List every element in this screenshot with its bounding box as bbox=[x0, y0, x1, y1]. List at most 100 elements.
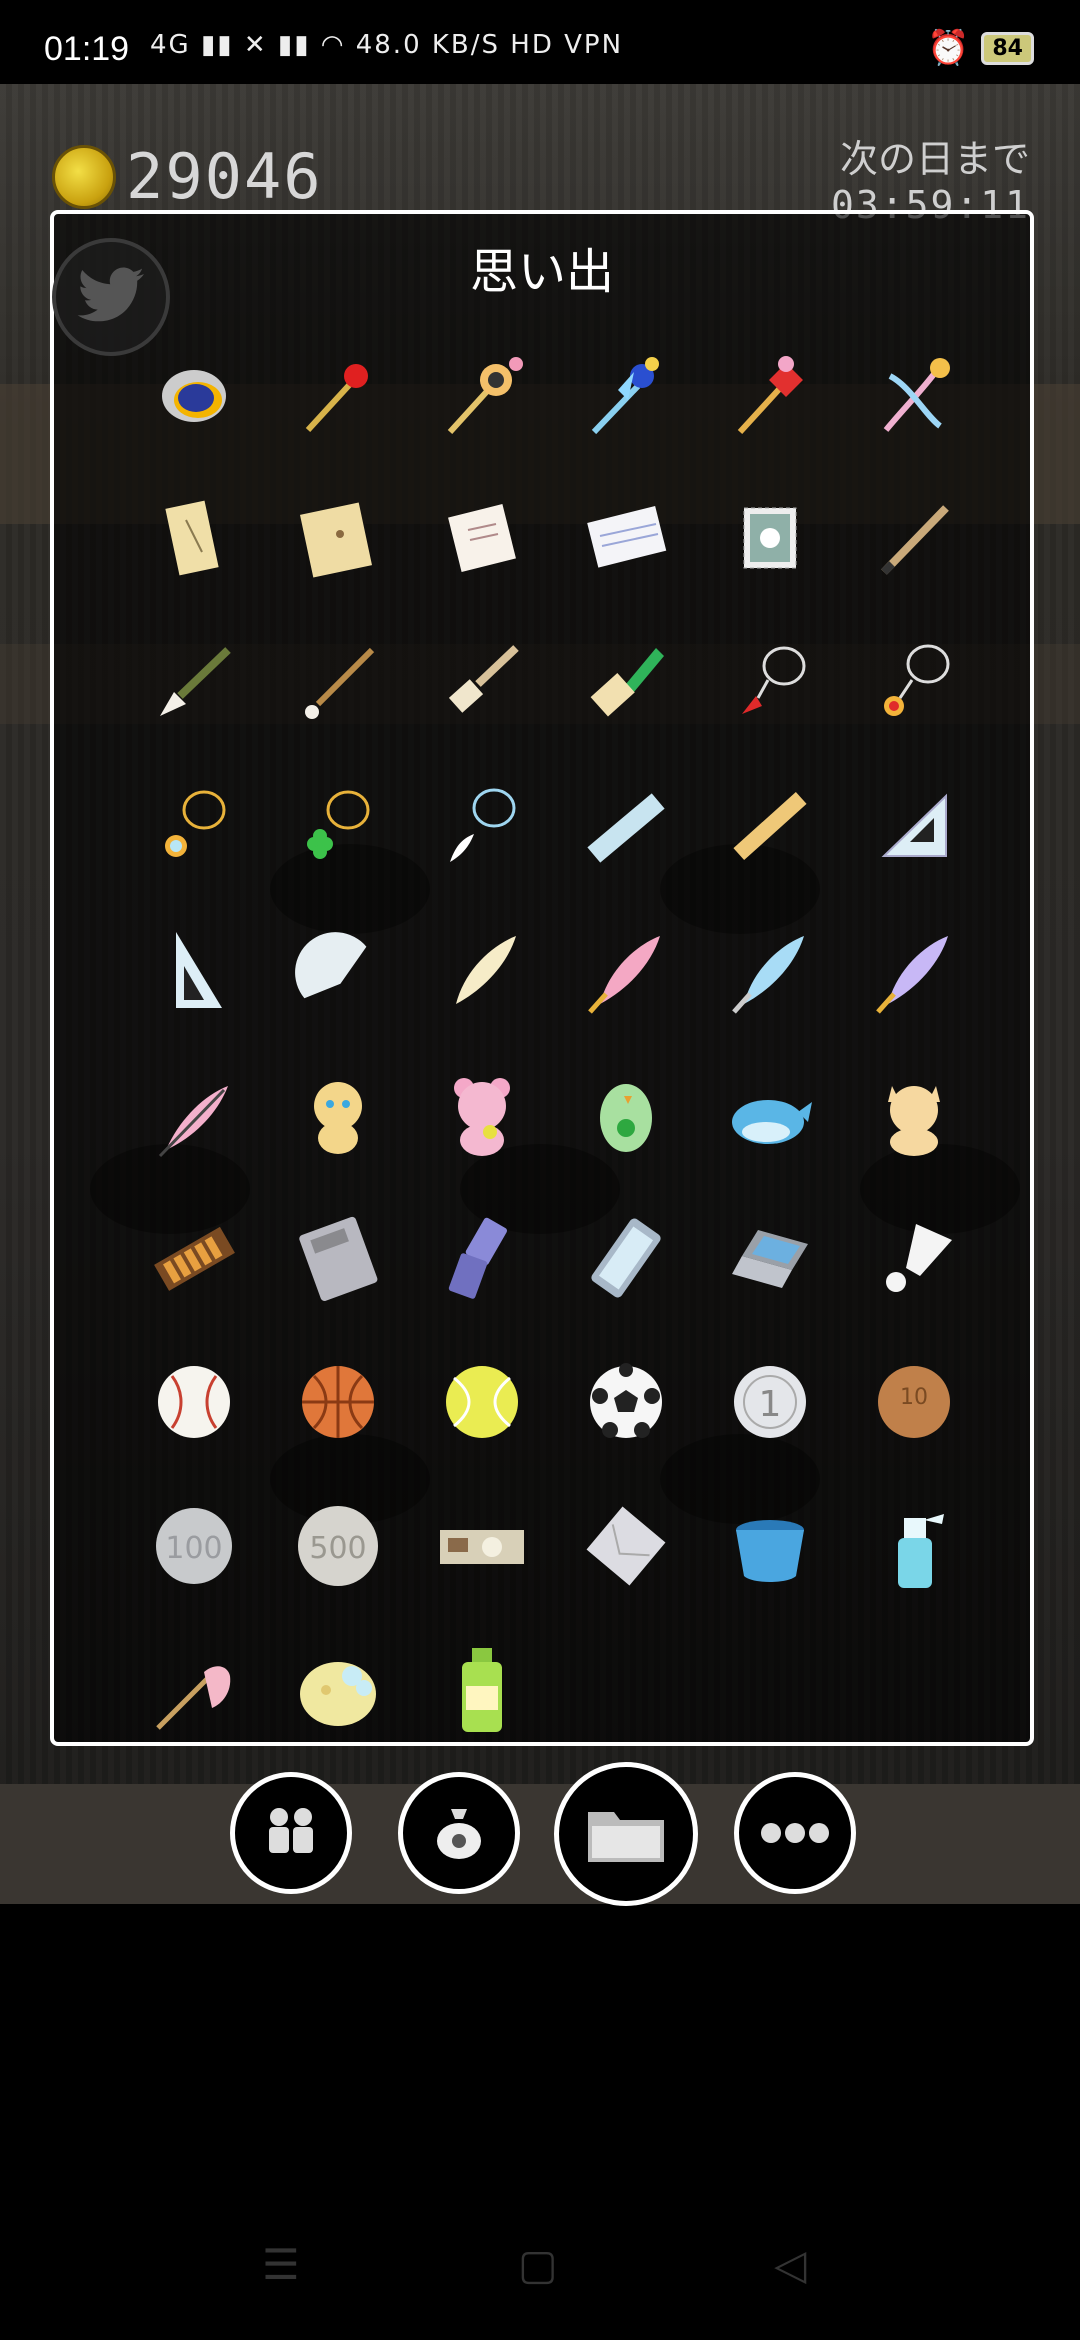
memory-item[interactable] bbox=[278, 1054, 398, 1174]
memory-item[interactable] bbox=[710, 910, 830, 1030]
memory-item[interactable] bbox=[134, 334, 254, 454]
memory-item[interactable] bbox=[134, 910, 254, 1030]
memory-item[interactable] bbox=[854, 478, 974, 598]
home-nav-icon[interactable]: ▢ bbox=[518, 2240, 558, 2289]
memory-item[interactable] bbox=[710, 334, 830, 454]
memory-item[interactable]: 1 bbox=[710, 1342, 830, 1462]
memory-item[interactable] bbox=[134, 478, 254, 598]
bear-plush-icon bbox=[454, 1078, 510, 1156]
battery-indicator: 84 bbox=[981, 31, 1034, 65]
memory-item[interactable] bbox=[566, 1342, 686, 1462]
memory-item[interactable] bbox=[566, 766, 686, 886]
shop-button[interactable] bbox=[398, 1772, 520, 1894]
memory-item[interactable] bbox=[566, 1198, 686, 1318]
letter-icon bbox=[448, 504, 516, 572]
memories-dialog: 思い出 1 10 100 500 bbox=[50, 210, 1034, 1746]
flat-brush-icon bbox=[448, 645, 519, 713]
back-nav-icon[interactable]: ◁ bbox=[774, 2240, 806, 2289]
more-button[interactable] bbox=[734, 1772, 856, 1894]
memory-item[interactable] bbox=[422, 910, 542, 1030]
memory-item[interactable] bbox=[134, 766, 254, 886]
memory-item[interactable] bbox=[566, 910, 686, 1030]
pink-quill-icon bbox=[588, 936, 660, 1014]
cream-quill-icon bbox=[456, 936, 516, 1004]
memory-item[interactable] bbox=[278, 1342, 398, 1462]
memory-item[interactable] bbox=[854, 1198, 974, 1318]
set-square-icon bbox=[881, 793, 947, 857]
memory-item[interactable]: 500 bbox=[278, 1486, 398, 1606]
memory-item[interactable] bbox=[134, 622, 254, 742]
memory-item[interactable] bbox=[134, 1198, 254, 1318]
wood-ruler-icon bbox=[733, 791, 807, 861]
detergent-icon bbox=[462, 1648, 502, 1732]
sponge-icon bbox=[300, 1662, 376, 1726]
basketball-icon bbox=[302, 1366, 374, 1438]
memory-item[interactable] bbox=[854, 1486, 974, 1606]
memory-item[interactable] bbox=[710, 478, 830, 598]
memory-item[interactable] bbox=[278, 478, 398, 598]
memory-item[interactable] bbox=[566, 334, 686, 454]
memory-item[interactable] bbox=[854, 622, 974, 742]
memory-item[interactable] bbox=[854, 910, 974, 1030]
gold-pendant-icon bbox=[165, 790, 226, 857]
memory-item[interactable] bbox=[278, 334, 398, 454]
memory-item[interactable]: 100 bbox=[134, 1486, 254, 1606]
duster-icon bbox=[156, 1666, 231, 1730]
calculator-icon bbox=[299, 1216, 378, 1301]
five-hundred-yen-coin-icon: 500 bbox=[298, 1506, 378, 1586]
shuttlecock-icon bbox=[886, 1224, 952, 1292]
memory-item[interactable] bbox=[854, 1054, 974, 1174]
status-bar: 01:19 4G ▮▮ ✕ ▮▮ ◠ 48.0 KB/S HD VPN ⏰ 84 bbox=[0, 0, 1080, 84]
memory-item[interactable] bbox=[422, 1198, 542, 1318]
memory-item[interactable] bbox=[422, 1486, 542, 1606]
memory-item[interactable] bbox=[710, 1054, 830, 1174]
memory-item[interactable] bbox=[134, 1630, 254, 1750]
memory-item[interactable] bbox=[422, 1342, 542, 1462]
soccer-ball-icon bbox=[590, 1363, 662, 1438]
memory-item[interactable] bbox=[278, 766, 398, 886]
memory-item[interactable] bbox=[278, 910, 398, 1030]
memory-item[interactable] bbox=[566, 478, 686, 598]
twitter-bird-icon bbox=[77, 267, 144, 322]
memory-item[interactable] bbox=[854, 766, 974, 886]
memory-item[interactable] bbox=[422, 334, 542, 454]
memory-item[interactable] bbox=[710, 622, 830, 742]
memory-item[interactable] bbox=[278, 622, 398, 742]
ten-yen-coin-icon: 10 bbox=[878, 1366, 950, 1438]
tennis-ball-icon bbox=[446, 1366, 518, 1438]
memory-item[interactable] bbox=[566, 1486, 686, 1606]
protractor-icon bbox=[295, 932, 367, 999]
memory-item[interactable] bbox=[422, 478, 542, 598]
memory-item[interactable] bbox=[710, 766, 830, 886]
memory-item[interactable] bbox=[134, 1342, 254, 1462]
memory-item[interactable]: 10 bbox=[854, 1342, 974, 1462]
memory-item[interactable] bbox=[710, 1198, 830, 1318]
memory-item[interactable] bbox=[134, 1054, 254, 1174]
ribbon-wand-icon bbox=[591, 357, 659, 435]
memory-item[interactable] bbox=[566, 1054, 686, 1174]
memory-item[interactable] bbox=[854, 334, 974, 454]
memory-item[interactable] bbox=[422, 766, 542, 886]
dialog-title: 思い出 bbox=[469, 244, 614, 300]
memory-item[interactable] bbox=[278, 1198, 398, 1318]
coin-icon bbox=[52, 144, 116, 209]
memory-item[interactable] bbox=[566, 622, 686, 742]
cat-plush-icon bbox=[888, 1086, 940, 1156]
money-bag-icon bbox=[437, 1809, 481, 1859]
status-time: 01:19 bbox=[44, 30, 130, 68]
envelope-gray-icon bbox=[586, 1506, 666, 1586]
menu-nav-icon[interactable]: ☰ bbox=[262, 2240, 300, 2289]
memory-item[interactable] bbox=[278, 1630, 398, 1750]
memory-item[interactable] bbox=[422, 1630, 542, 1750]
friends-button[interactable] bbox=[230, 1772, 352, 1894]
compact-mirror-icon bbox=[162, 370, 226, 422]
memory-item[interactable] bbox=[710, 1486, 830, 1606]
memory-item[interactable] bbox=[422, 1054, 542, 1174]
purple-quill-icon bbox=[876, 936, 948, 1014]
folder-button[interactable] bbox=[554, 1762, 698, 1906]
red-scepter-icon bbox=[305, 364, 368, 433]
folder-icon bbox=[588, 1812, 664, 1862]
coin-label: 500 bbox=[309, 1531, 366, 1566]
memory-item[interactable] bbox=[422, 622, 542, 742]
ink-brush-icon bbox=[160, 647, 231, 716]
